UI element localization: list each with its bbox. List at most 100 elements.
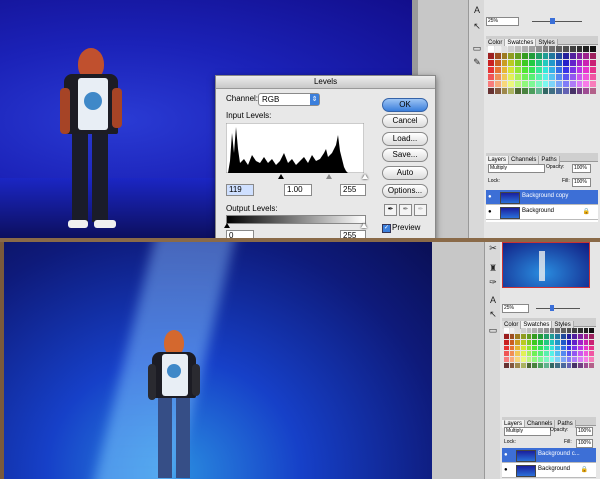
swatch[interactable]	[494, 60, 501, 66]
note-tool-icon[interactable]: ▭	[487, 324, 499, 336]
swatch[interactable]	[569, 74, 576, 80]
layer-row[interactable]: ● Background 🔒	[486, 205, 598, 220]
swatch[interactable]	[562, 53, 569, 59]
swatch[interactable]	[562, 67, 569, 73]
swatch[interactable]	[501, 46, 508, 52]
swatch[interactable]	[508, 81, 515, 87]
zoom-slider-thumb[interactable]	[550, 18, 555, 24]
swatch[interactable]	[488, 53, 494, 59]
swatch[interactable]	[522, 53, 528, 59]
auto-button[interactable]: Auto	[382, 166, 428, 180]
swatch[interactable]	[528, 60, 535, 66]
swatch[interactable]	[509, 357, 515, 363]
swatch[interactable]	[556, 88, 562, 94]
swatch[interactable]	[555, 333, 560, 339]
swatch[interactable]	[542, 60, 549, 66]
swatch[interactable]	[577, 357, 583, 363]
eyedropper-tool-icon[interactable]: ✎	[471, 56, 483, 68]
swatch[interactable]	[526, 345, 532, 351]
swatch[interactable]	[528, 88, 535, 94]
swatch[interactable]	[515, 60, 522, 66]
swatch[interactable]	[508, 67, 515, 73]
swatch[interactable]	[528, 81, 535, 87]
opacity-field[interactable]: 100%	[576, 427, 593, 436]
gray-eyedropper-icon[interactable]: ✒	[399, 204, 412, 216]
swatch[interactable]	[543, 345, 549, 351]
swatch[interactable]	[549, 46, 556, 52]
swatch[interactable]	[569, 81, 576, 87]
swatch[interactable]	[549, 81, 556, 87]
swatch[interactable]	[522, 60, 528, 66]
swatch[interactable]	[555, 339, 560, 345]
swatch[interactable]	[589, 345, 594, 351]
swatch[interactable]	[509, 339, 515, 345]
swatch[interactable]	[538, 357, 543, 363]
layer-row[interactable]: ● Background c...	[502, 448, 596, 463]
swatch[interactable]	[535, 74, 542, 80]
swatch[interactable]	[504, 363, 509, 368]
swatch[interactable]	[526, 328, 532, 333]
swatch[interactable]	[522, 67, 528, 73]
swatch[interactable]	[528, 67, 535, 73]
swatch[interactable]	[560, 351, 566, 357]
swatch[interactable]	[589, 351, 594, 357]
tab-paths[interactable]: Paths	[539, 156, 560, 164]
swatch[interactable]	[562, 46, 569, 52]
swatch[interactable]	[501, 81, 508, 87]
swatch[interactable]	[590, 88, 596, 94]
swatch[interactable]	[515, 351, 521, 357]
swatch[interactable]	[562, 88, 569, 94]
swatch[interactable]	[515, 46, 522, 52]
swatches-grid[interactable]	[504, 328, 594, 368]
swatch[interactable]	[526, 357, 532, 363]
swatch[interactable]	[555, 363, 560, 368]
swatch[interactable]	[556, 81, 562, 87]
swatch[interactable]	[583, 46, 590, 52]
swatch[interactable]	[583, 60, 590, 66]
swatch[interactable]	[577, 351, 583, 357]
swatch[interactable]	[526, 363, 532, 368]
swatch[interactable]	[569, 60, 576, 66]
swatch[interactable]	[535, 88, 542, 94]
input-gamma-slider-handle[interactable]	[326, 174, 332, 179]
swatch[interactable]	[555, 345, 560, 351]
cancel-button[interactable]: Cancel	[382, 114, 428, 128]
swatch[interactable]	[576, 67, 583, 73]
black-eyedropper-icon[interactable]: ✒	[384, 204, 397, 216]
swatch[interactable]	[590, 53, 596, 59]
blend-mode-select[interactable]: Multiply	[488, 164, 545, 173]
swatch[interactable]	[521, 357, 526, 363]
swatch[interactable]	[566, 328, 572, 333]
swatch[interactable]	[572, 363, 577, 368]
swatch[interactable]	[549, 328, 555, 333]
swatch[interactable]	[572, 333, 577, 339]
swatch[interactable]	[556, 53, 562, 59]
swatch[interactable]	[501, 88, 508, 94]
swatch[interactable]	[589, 339, 594, 345]
opacity-field[interactable]: 100%	[572, 164, 591, 173]
pen-tool-icon[interactable]: ✑	[487, 276, 499, 288]
swatch[interactable]	[522, 88, 528, 94]
swatch[interactable]	[543, 351, 549, 357]
swatch[interactable]	[521, 328, 526, 333]
swatch[interactable]	[521, 363, 526, 368]
swatch[interactable]	[555, 328, 560, 333]
swatch[interactable]	[515, 357, 521, 363]
swatch[interactable]	[583, 345, 589, 351]
swatch[interactable]	[535, 53, 542, 59]
swatch[interactable]	[572, 339, 577, 345]
swatch[interactable]	[522, 46, 528, 52]
input-white-slider-handle[interactable]	[362, 174, 368, 179]
swatch[interactable]	[501, 53, 508, 59]
swatch[interactable]	[522, 81, 528, 87]
swatch[interactable]	[538, 345, 543, 351]
swatch[interactable]	[569, 67, 576, 73]
swatch[interactable]	[543, 339, 549, 345]
load-button[interactable]: Load...	[382, 132, 428, 146]
swatch[interactable]	[542, 88, 549, 94]
swatch[interactable]	[515, 74, 522, 80]
swatch[interactable]	[526, 339, 532, 345]
swatch[interactable]	[504, 357, 509, 363]
swatch[interactable]	[488, 67, 494, 73]
swatch[interactable]	[504, 333, 509, 339]
